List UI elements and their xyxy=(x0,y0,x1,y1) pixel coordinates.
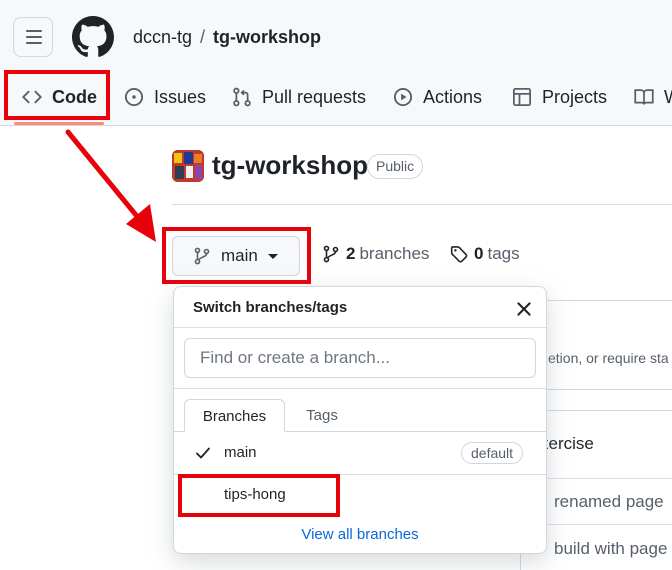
repo-owner-link[interactable]: dccn-tg xyxy=(133,27,192,47)
popover-title: Switch branches/tags xyxy=(193,299,348,316)
tab-issues-label: Issues xyxy=(154,86,207,107)
breadcrumb-separator: / xyxy=(200,27,206,47)
tags-label: tags xyxy=(487,244,520,263)
tab-pull-requests[interactable]: Pull requests xyxy=(232,74,366,120)
github-logo-icon[interactable] xyxy=(72,16,114,58)
branch-button-highlight xyxy=(162,227,311,284)
tags-count: 0 xyxy=(474,244,484,263)
tab-actions-label: Actions xyxy=(423,86,483,107)
title-divider xyxy=(172,204,672,205)
file-row-commit[interactable]: renamed page xyxy=(554,492,664,512)
branches-label: branches xyxy=(359,244,430,263)
branches-count-link[interactable]: 2 branches xyxy=(322,244,429,264)
hamburger-menu-button[interactable] xyxy=(13,17,53,57)
file-row-commit[interactable]: build with page xyxy=(554,539,667,559)
check-icon xyxy=(196,447,210,459)
tab-wiki-label: W xyxy=(664,87,672,108)
branch-name: main xyxy=(224,444,257,461)
default-branch-badge: default xyxy=(461,442,524,464)
tab-issues[interactable]: Issues xyxy=(124,74,206,120)
close-icon[interactable] xyxy=(514,299,534,319)
git-branch-icon xyxy=(323,245,339,263)
tab-tags[interactable]: Tags xyxy=(292,399,352,432)
branches-count: 2 xyxy=(346,244,356,263)
book-icon xyxy=(634,89,654,105)
repo-avatar xyxy=(172,150,204,182)
git-pull-request-icon xyxy=(233,87,251,107)
view-all-branches-link[interactable]: View all branches xyxy=(174,526,546,543)
popover-divider xyxy=(174,388,546,389)
visibility-badge: Public xyxy=(367,154,424,179)
tag-icon xyxy=(450,246,468,263)
tab-branches[interactable]: Branches xyxy=(184,399,285,432)
table-icon xyxy=(513,88,531,106)
active-tab-underline xyxy=(14,122,104,125)
tab-projects-label: Projects xyxy=(542,86,608,107)
breadcrumb: dccn-tg / tg-workshop xyxy=(133,27,321,48)
tab-pull-requests-label: Pull requests xyxy=(262,86,367,107)
tab-projects[interactable]: Projects xyxy=(512,74,607,120)
repo-title[interactable]: tg-workshop xyxy=(212,150,368,181)
tab-actions[interactable]: Actions xyxy=(393,74,482,120)
code-tab-highlight xyxy=(4,70,110,120)
play-icon xyxy=(393,87,413,107)
latest-commit-message[interactable]: xercise xyxy=(540,434,594,454)
popover-divider xyxy=(174,327,546,328)
branch-search-input[interactable] xyxy=(184,338,536,378)
issue-opened-icon xyxy=(124,87,144,107)
branch-item-main[interactable]: main default xyxy=(174,433,546,473)
tips-hong-highlight xyxy=(178,474,340,517)
repo-name-link[interactable]: tg-workshop xyxy=(213,27,321,47)
protection-notice-text: etion, or require sta xyxy=(548,350,669,366)
tags-count-link[interactable]: 0 tags xyxy=(450,244,520,264)
tab-wiki[interactable]: W xyxy=(634,74,672,120)
